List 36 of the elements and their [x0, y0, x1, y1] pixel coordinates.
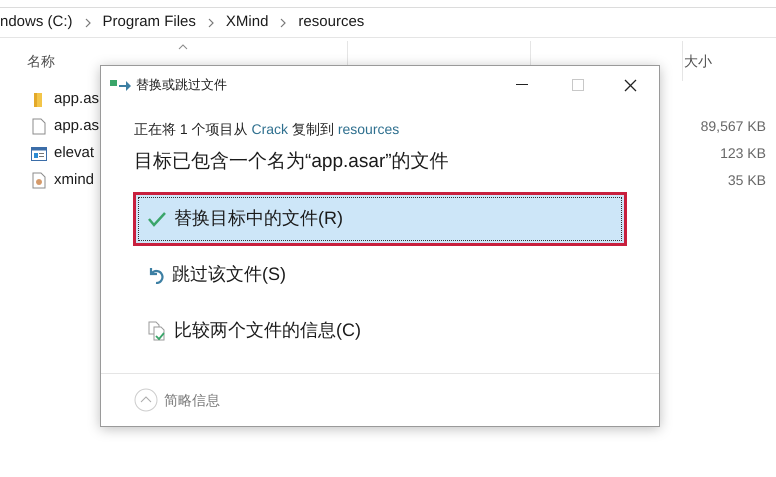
column-header[interactable]: 大小	[684, 50, 712, 72]
file-name[interactable]: elevat	[54, 142, 94, 165]
source-folder-link[interactable]: Crack	[251, 121, 288, 137]
destination-folder-link[interactable]: resources	[338, 121, 400, 137]
document-icon	[32, 118, 46, 135]
chevron-up-circle-icon	[134, 388, 158, 412]
copy-status-text: 正在将 1 个项目从 Crack 复制到 resources	[134, 120, 400, 139]
details-toggle[interactable]: 简略信息	[134, 374, 659, 426]
chevron-right-icon	[279, 18, 288, 28]
conflict-heading: 目标已包含一个名为“app.asar”的文件	[134, 150, 450, 174]
undo-arrow-icon	[148, 266, 164, 284]
compare-files-icon	[148, 320, 166, 340]
minimize-icon	[516, 84, 528, 86]
chevron-right-icon	[206, 18, 215, 28]
application-icon	[31, 146, 47, 160]
breadcrumb-item[interactable]: Program Files	[102, 11, 196, 34]
maximize-icon	[572, 79, 584, 91]
file-move-icon	[110, 78, 132, 92]
window-title: 替换或跳过文件	[136, 76, 227, 94]
file-size: 123 KB	[720, 144, 766, 163]
file-name[interactable]: xmind	[54, 169, 94, 192]
breadcrumb-item[interactable]: resources	[298, 11, 364, 34]
close-icon	[624, 78, 636, 92]
chevron-right-icon	[84, 18, 92, 28]
option-button[interactable]: 替换目标中的文件(R)	[133, 192, 627, 246]
option-button[interactable]: 比较两个文件的信息(C)	[133, 304, 627, 358]
breadcrumb-item[interactable]: ndows (C:)	[0, 11, 73, 34]
file-size: 89,567 KB	[700, 117, 766, 136]
breadcrumb-item[interactable]: XMind	[226, 11, 268, 34]
option-button[interactable]: 跳过该文件(S)	[133, 248, 627, 302]
file-name[interactable]: app.as	[54, 115, 100, 138]
script-file-icon	[32, 172, 46, 189]
file-size: 35 KB	[728, 171, 766, 190]
file-name[interactable]: app.as	[54, 88, 100, 111]
sort-caret-icon	[178, 44, 188, 50]
checkmark-icon	[148, 210, 166, 226]
